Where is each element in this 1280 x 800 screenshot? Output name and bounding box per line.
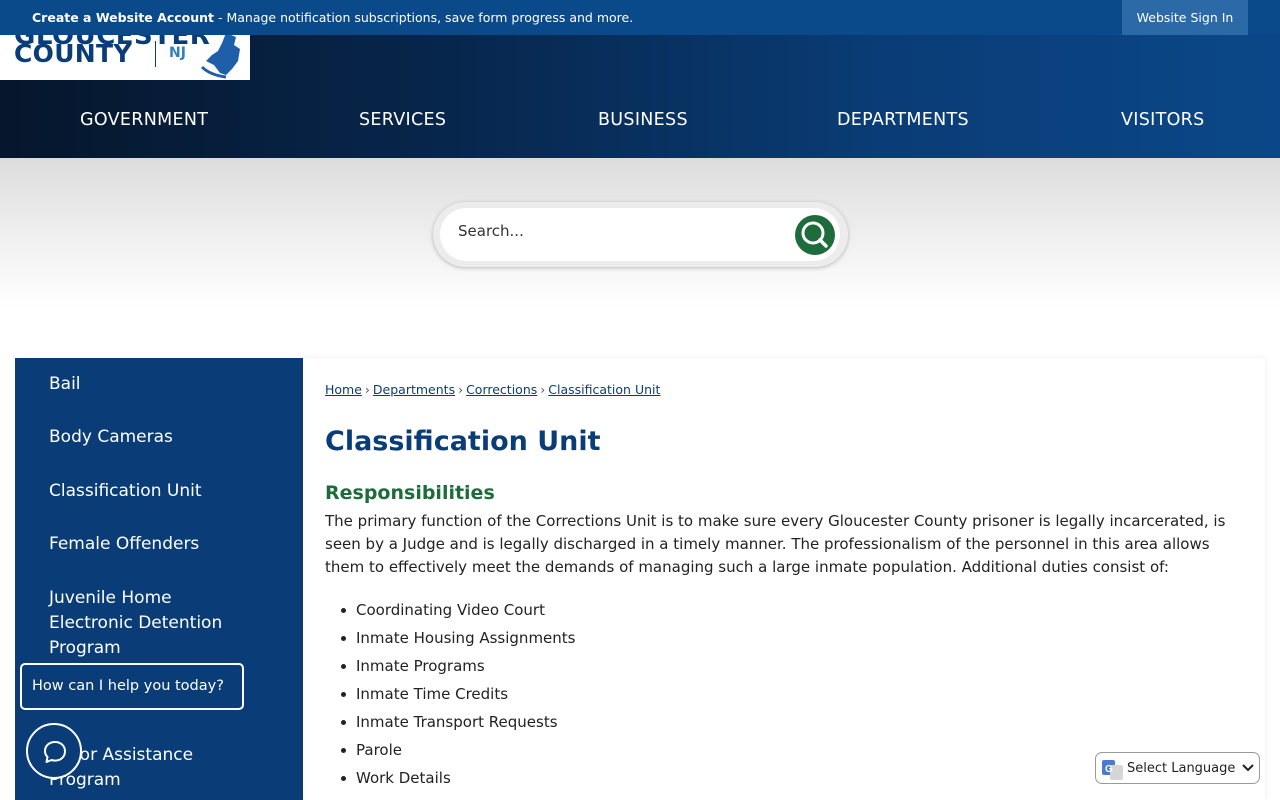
list-item: Inmate Housing Assignments [341, 628, 576, 656]
breadcrumb-separator: › [364, 382, 370, 397]
language-select[interactable]: G Select Language [1095, 752, 1260, 784]
sidebar-item-classification-unit[interactable]: Classification Unit [49, 479, 202, 504]
nav-departments[interactable]: DEPARTMENTS [837, 110, 969, 130]
logo-state-abbr: NJ [169, 45, 186, 61]
nav-services[interactable]: SERVICES [359, 110, 446, 130]
section-paragraph: The primary function of the Corrections … [325, 512, 1226, 576]
chat-prompt-bubble[interactable]: How can I help you today? [20, 663, 244, 710]
search-box [440, 208, 840, 261]
google-translate-icon: G [1102, 760, 1123, 780]
chat-icon [44, 741, 66, 763]
breadcrumb-classification-unit[interactable]: Classification Unit [548, 382, 660, 397]
search-icon [801, 221, 828, 248]
new-jersey-map-icon [200, 35, 240, 79]
page-title: Classification Unit [325, 426, 601, 457]
list-item: Inmate Programs [341, 656, 576, 684]
breadcrumb-separator: › [540, 382, 546, 397]
duties-list: Coordinating Video Court Inmate Housing … [341, 600, 576, 796]
list-item: Coordinating Video Court [341, 600, 576, 628]
logo-county-word: COUNTY [14, 39, 132, 68]
create-account-description: - Manage notification subscriptions, sav… [214, 10, 634, 25]
sidebar-item-body-cameras[interactable]: Body Cameras [49, 425, 173, 450]
list-item: Inmate Transport Requests [341, 712, 576, 740]
list-item: Parole [341, 740, 576, 768]
logo-divider [155, 41, 156, 67]
create-account-link[interactable]: Create a Website Account - Manage notifi… [32, 10, 633, 25]
chevron-down-icon [1242, 764, 1254, 772]
breadcrumb-home[interactable]: Home [325, 382, 362, 397]
chat-launcher-button[interactable] [26, 723, 82, 779]
list-item: Inmate Time Credits [341, 684, 576, 712]
sidebar-item-female-offenders[interactable]: Female Offenders [49, 532, 199, 557]
breadcrumb: Home › Departments › Corrections › Classificat… [325, 382, 660, 397]
account-bar: Create a Website Account - Manage notifi… [0, 0, 1280, 35]
create-account-label[interactable]: Create a Website Account [32, 10, 214, 25]
website-sign-in-button[interactable]: Website Sign In [1122, 0, 1248, 35]
nav-business[interactable]: BUSINESS [598, 110, 688, 130]
breadcrumb-separator: › [458, 382, 464, 397]
section-heading: Responsibilities [325, 482, 495, 504]
breadcrumb-departments[interactable]: Departments [373, 382, 455, 397]
list-item: Work Details [341, 768, 576, 796]
sidebar-item-bail[interactable]: Bail [49, 372, 81, 397]
svg-text:G: G [1105, 764, 1113, 775]
nav-government[interactable]: GOVERNMENT [80, 110, 208, 130]
sidebar-item-juvenile-home[interactable]: Juvenile Home Electronic Detention Progr… [49, 586, 249, 661]
search-button[interactable] [795, 215, 835, 255]
nav-visitors[interactable]: VISITORS [1121, 110, 1205, 130]
breadcrumb-corrections[interactable]: Corrections [466, 382, 537, 397]
search-input[interactable] [458, 222, 778, 240]
county-logo[interactable]: GLOUCESTER COUNTY NJ [0, 35, 250, 80]
language-select-label: Select Language [1127, 761, 1236, 776]
